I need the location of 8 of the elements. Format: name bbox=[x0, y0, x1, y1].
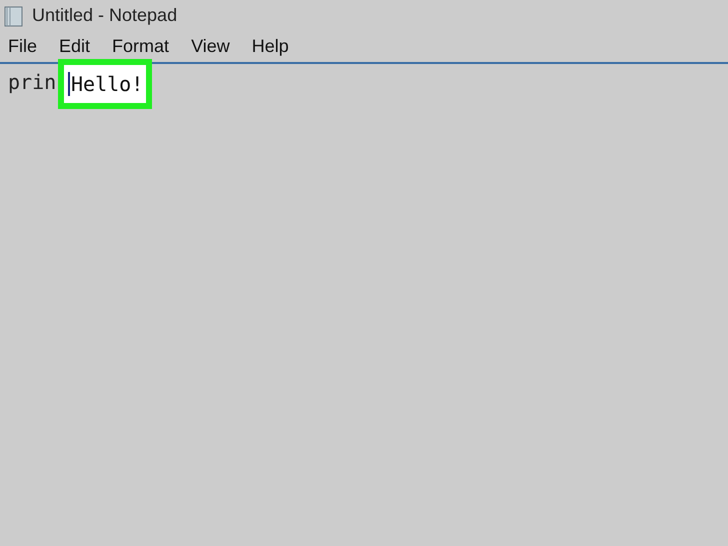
highlighted-text: Hello! bbox=[71, 71, 144, 98]
menu-item[interactable]: View bbox=[191, 33, 230, 60]
menu-item[interactable]: File bbox=[8, 33, 38, 60]
window-title: Untitled - Notepad bbox=[32, 4, 178, 27]
menu-item[interactable]: Edit bbox=[59, 33, 90, 60]
editor-text: prin bbox=[8, 69, 56, 96]
menu-item[interactable]: Help bbox=[252, 33, 289, 60]
menu-item[interactable]: Format bbox=[112, 33, 170, 60]
